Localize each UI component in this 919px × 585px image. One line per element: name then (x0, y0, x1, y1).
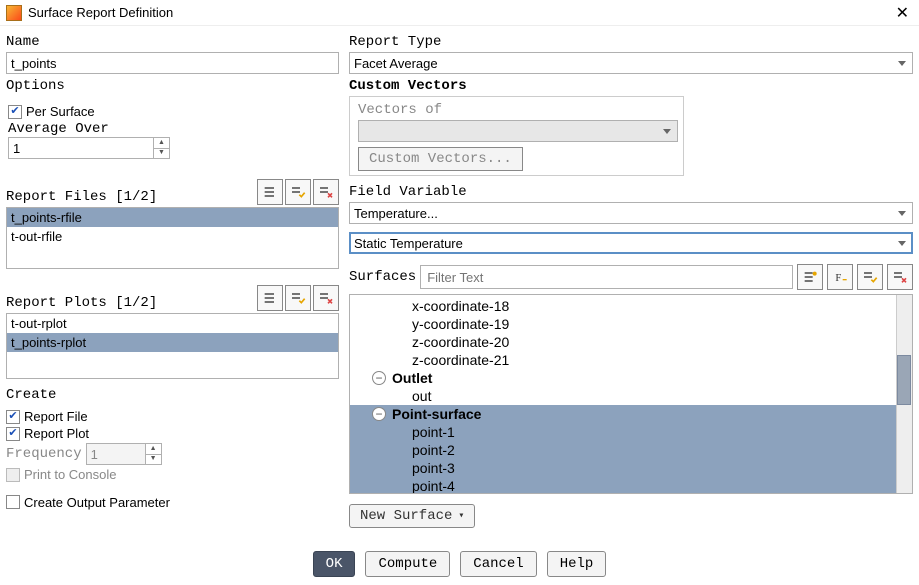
create-label: Create (6, 387, 339, 403)
compute-button[interactable]: Compute (365, 551, 450, 577)
name-label: Name (6, 34, 339, 50)
chevron-down-icon (898, 241, 906, 246)
chevron-down-icon (898, 211, 906, 216)
surfaces-label: Surfaces (349, 269, 416, 285)
new-surface-label: New Surface (360, 508, 452, 524)
field-variable-select[interactable]: Static Temperature (349, 232, 913, 254)
frequency-spinner[interactable]: ▲▼ (86, 443, 162, 465)
list-select-all-icon[interactable] (257, 285, 283, 311)
window-title: Surface Report Definition (28, 5, 892, 20)
footer: OK Compute Cancel Help (0, 551, 919, 577)
right-column: Report Type Facet Average Custom Vectors… (349, 30, 913, 528)
average-over-input[interactable] (8, 137, 154, 159)
field-variable-category-select[interactable]: Temperature... (349, 202, 913, 224)
report-files-header: Report Files [1/2] (6, 179, 339, 205)
list-item[interactable]: t-out-rplot (7, 314, 338, 333)
scrollbar-thumb[interactable] (897, 355, 911, 405)
new-surface-button[interactable]: New Surface ▾ (349, 504, 475, 528)
surfaces-filter-icon[interactable]: F (827, 264, 853, 290)
custom-vectors-group: Vectors of Custom Vectors... (349, 96, 684, 176)
frequency-label: Frequency (6, 446, 82, 462)
field-variable-value: Static Temperature (354, 236, 463, 251)
close-icon[interactable]: ✕ (892, 3, 913, 23)
vectors-of-select[interactable] (358, 120, 678, 142)
report-plots-list[interactable]: t-out-rplott_points-rplot (6, 313, 339, 379)
frequency-input[interactable] (86, 443, 146, 465)
list-select-all-icon[interactable] (257, 179, 283, 205)
report-plot-label: Report Plot (24, 426, 89, 441)
tree-row[interactable]: x-coordinate-18 (350, 297, 912, 315)
surfaces-check-icon[interactable] (857, 264, 883, 290)
list-check-icon[interactable] (285, 285, 311, 311)
ok-button[interactable]: OK (313, 551, 356, 577)
list-remove-icon[interactable] (313, 285, 339, 311)
tree-row[interactable]: −Point-surface (350, 405, 912, 423)
report-files-label: Report Files [1/2] (6, 189, 157, 205)
tree-row[interactable]: point-4 (350, 477, 912, 494)
tree-row[interactable]: point-1 (350, 423, 912, 441)
titlebar: Surface Report Definition ✕ (0, 0, 919, 26)
tree-row[interactable]: z-coordinate-20 (350, 333, 912, 351)
custom-vectors-button[interactable]: Custom Vectors... (358, 147, 523, 171)
per-surface-checkbox[interactable] (8, 105, 22, 119)
chevron-down-icon (663, 129, 671, 134)
average-over-label: Average Over (8, 121, 170, 137)
report-file-checkbox[interactable] (6, 410, 20, 424)
list-item[interactable]: t_points-rfile (7, 208, 338, 227)
vectors-of-label: Vectors of (358, 102, 675, 118)
tree-row[interactable]: out (350, 387, 912, 405)
list-item[interactable]: t-out-rfile (7, 227, 338, 246)
report-type-value: Facet Average (354, 56, 438, 71)
spinner-buttons[interactable]: ▲▼ (146, 443, 162, 465)
report-type-label: Report Type (349, 34, 913, 50)
spinner-buttons[interactable]: ▲▼ (154, 137, 170, 159)
report-plots-header: Report Plots [1/2] (6, 285, 339, 311)
print-to-console-label: Print to Console (24, 467, 117, 482)
tree-row[interactable]: z-coordinate-21 (350, 351, 912, 369)
surfaces-remove-icon[interactable] (887, 264, 913, 290)
surfaces-tree[interactable]: x-coordinate-18y-coordinate-19z-coordina… (349, 294, 913, 494)
options-label: Options (6, 78, 339, 94)
left-column: Name Options Per Surface Average Over ▲▼… (6, 30, 339, 528)
custom-vectors-label: Custom Vectors (349, 78, 913, 94)
collapse-icon[interactable]: − (372, 407, 386, 421)
average-over-spinner[interactable]: ▲▼ (8, 137, 170, 159)
name-input[interactable] (6, 52, 339, 74)
surfaces-filter-input[interactable] (420, 265, 793, 289)
scrollbar[interactable] (896, 295, 912, 493)
tree-row[interactable]: −Outlet (350, 369, 912, 387)
report-file-label: Report File (24, 409, 88, 424)
field-variable-label: Field Variable (349, 184, 913, 200)
list-check-icon[interactable] (285, 179, 311, 205)
create-box: Report File Report Plot Frequency ▲▼ Pri… (6, 407, 162, 484)
report-plots-label: Report Plots [1/2] (6, 295, 157, 311)
chevron-down-icon (898, 61, 906, 66)
report-files-list[interactable]: t_points-rfilet-out-rfile (6, 207, 339, 269)
options-box: Per Surface Average Over ▲▼ (6, 98, 172, 163)
surfaces-toggle-tree-icon[interactable] (797, 264, 823, 290)
cancel-button[interactable]: Cancel (460, 551, 536, 577)
svg-text:F: F (835, 273, 841, 284)
create-output-param-label: Create Output Parameter (24, 495, 170, 510)
list-item[interactable]: t_points-rplot (7, 333, 338, 352)
collapse-icon[interactable]: − (372, 371, 386, 385)
surfaces-header: Surfaces F (349, 264, 913, 290)
help-button[interactable]: Help (547, 551, 607, 577)
report-plot-checkbox[interactable] (6, 427, 20, 441)
content: Name Options Per Surface Average Over ▲▼… (0, 26, 919, 532)
tree-row[interactable]: y-coordinate-19 (350, 315, 912, 333)
create-output-param-checkbox[interactable] (6, 495, 20, 509)
field-variable-category-value: Temperature... (354, 206, 438, 221)
per-surface-label: Per Surface (26, 104, 95, 119)
app-icon (6, 5, 22, 21)
print-to-console-checkbox[interactable] (6, 468, 20, 482)
tree-row[interactable]: point-3 (350, 459, 912, 477)
tree-row[interactable]: point-2 (350, 441, 912, 459)
list-remove-icon[interactable] (313, 179, 339, 205)
report-type-select[interactable]: Facet Average (349, 52, 913, 74)
